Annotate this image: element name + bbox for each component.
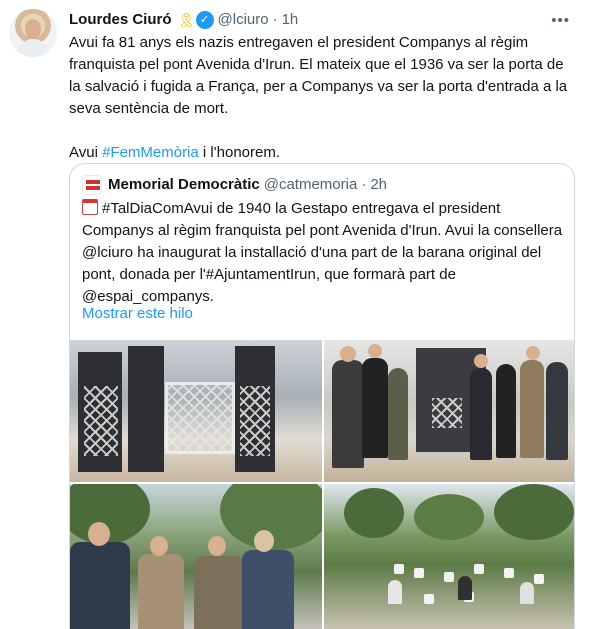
- quoted-text: #TalDiaComAvui de 1940 la Gestapo entreg…: [82, 198, 564, 308]
- paragraph-text: i l'honorem.: [198, 144, 280, 161]
- quoted-author-name: Memorial Democràtic: [108, 176, 260, 193]
- tweet-time[interactable]: 1h: [282, 10, 299, 30]
- paragraph-text: Avui: [69, 144, 103, 161]
- quoted-body: #TalDiaComAvui de 1940 la Gestapo entreg…: [82, 200, 563, 305]
- quoted-time: 2h: [370, 176, 388, 193]
- photo-group-exhibit[interactable]: [324, 340, 574, 482]
- author-handle[interactable]: @lciuro: [218, 10, 269, 30]
- hashtag-link[interactable]: #FemMemòria: [102, 144, 199, 161]
- author-avatar[interactable]: [9, 9, 57, 57]
- memorial-logo-icon: [82, 175, 102, 195]
- show-thread-link[interactable]: Mostrar este hilo: [82, 305, 193, 322]
- quoted-tweet[interactable]: Memorial Democràtic @catmemoria · 2h #Ta…: [69, 163, 575, 629]
- tweet-header: Lourdes Ciuró 🎗 ✓ @lciuro · 1h: [69, 10, 298, 30]
- photo-railing-exhibit[interactable]: [70, 340, 322, 482]
- tweet-paragraph-1: Avui fa 81 anys els nazis entregaven el …: [69, 34, 568, 117]
- quoted-author-handle: @catmemoria: [263, 176, 358, 193]
- more-options-icon[interactable]: •••: [551, 12, 570, 29]
- quoted-header: Memorial Democràtic @catmemoria · 2h: [82, 175, 387, 195]
- calendar-icon: [82, 199, 98, 215]
- yellow-ribbon-icon: 🎗: [177, 12, 196, 28]
- photo-outdoor-ceremony[interactable]: [324, 484, 574, 629]
- verified-badge-icon: ✓: [195, 11, 214, 29]
- photo-officials-outdoors[interactable]: [70, 484, 322, 629]
- separator-dot: ·: [272, 11, 278, 28]
- tweet[interactable]: Lourdes Ciuró 🎗 ✓ @lciuro · 1h ••• Avui …: [0, 0, 592, 629]
- separator-dot: ·: [361, 176, 367, 193]
- tweet-paragraph-2: Avui #FemMemòria i l'honorem.: [69, 142, 577, 164]
- author-name[interactable]: Lourdes Ciuró: [69, 10, 172, 30]
- media-grid: [70, 340, 574, 629]
